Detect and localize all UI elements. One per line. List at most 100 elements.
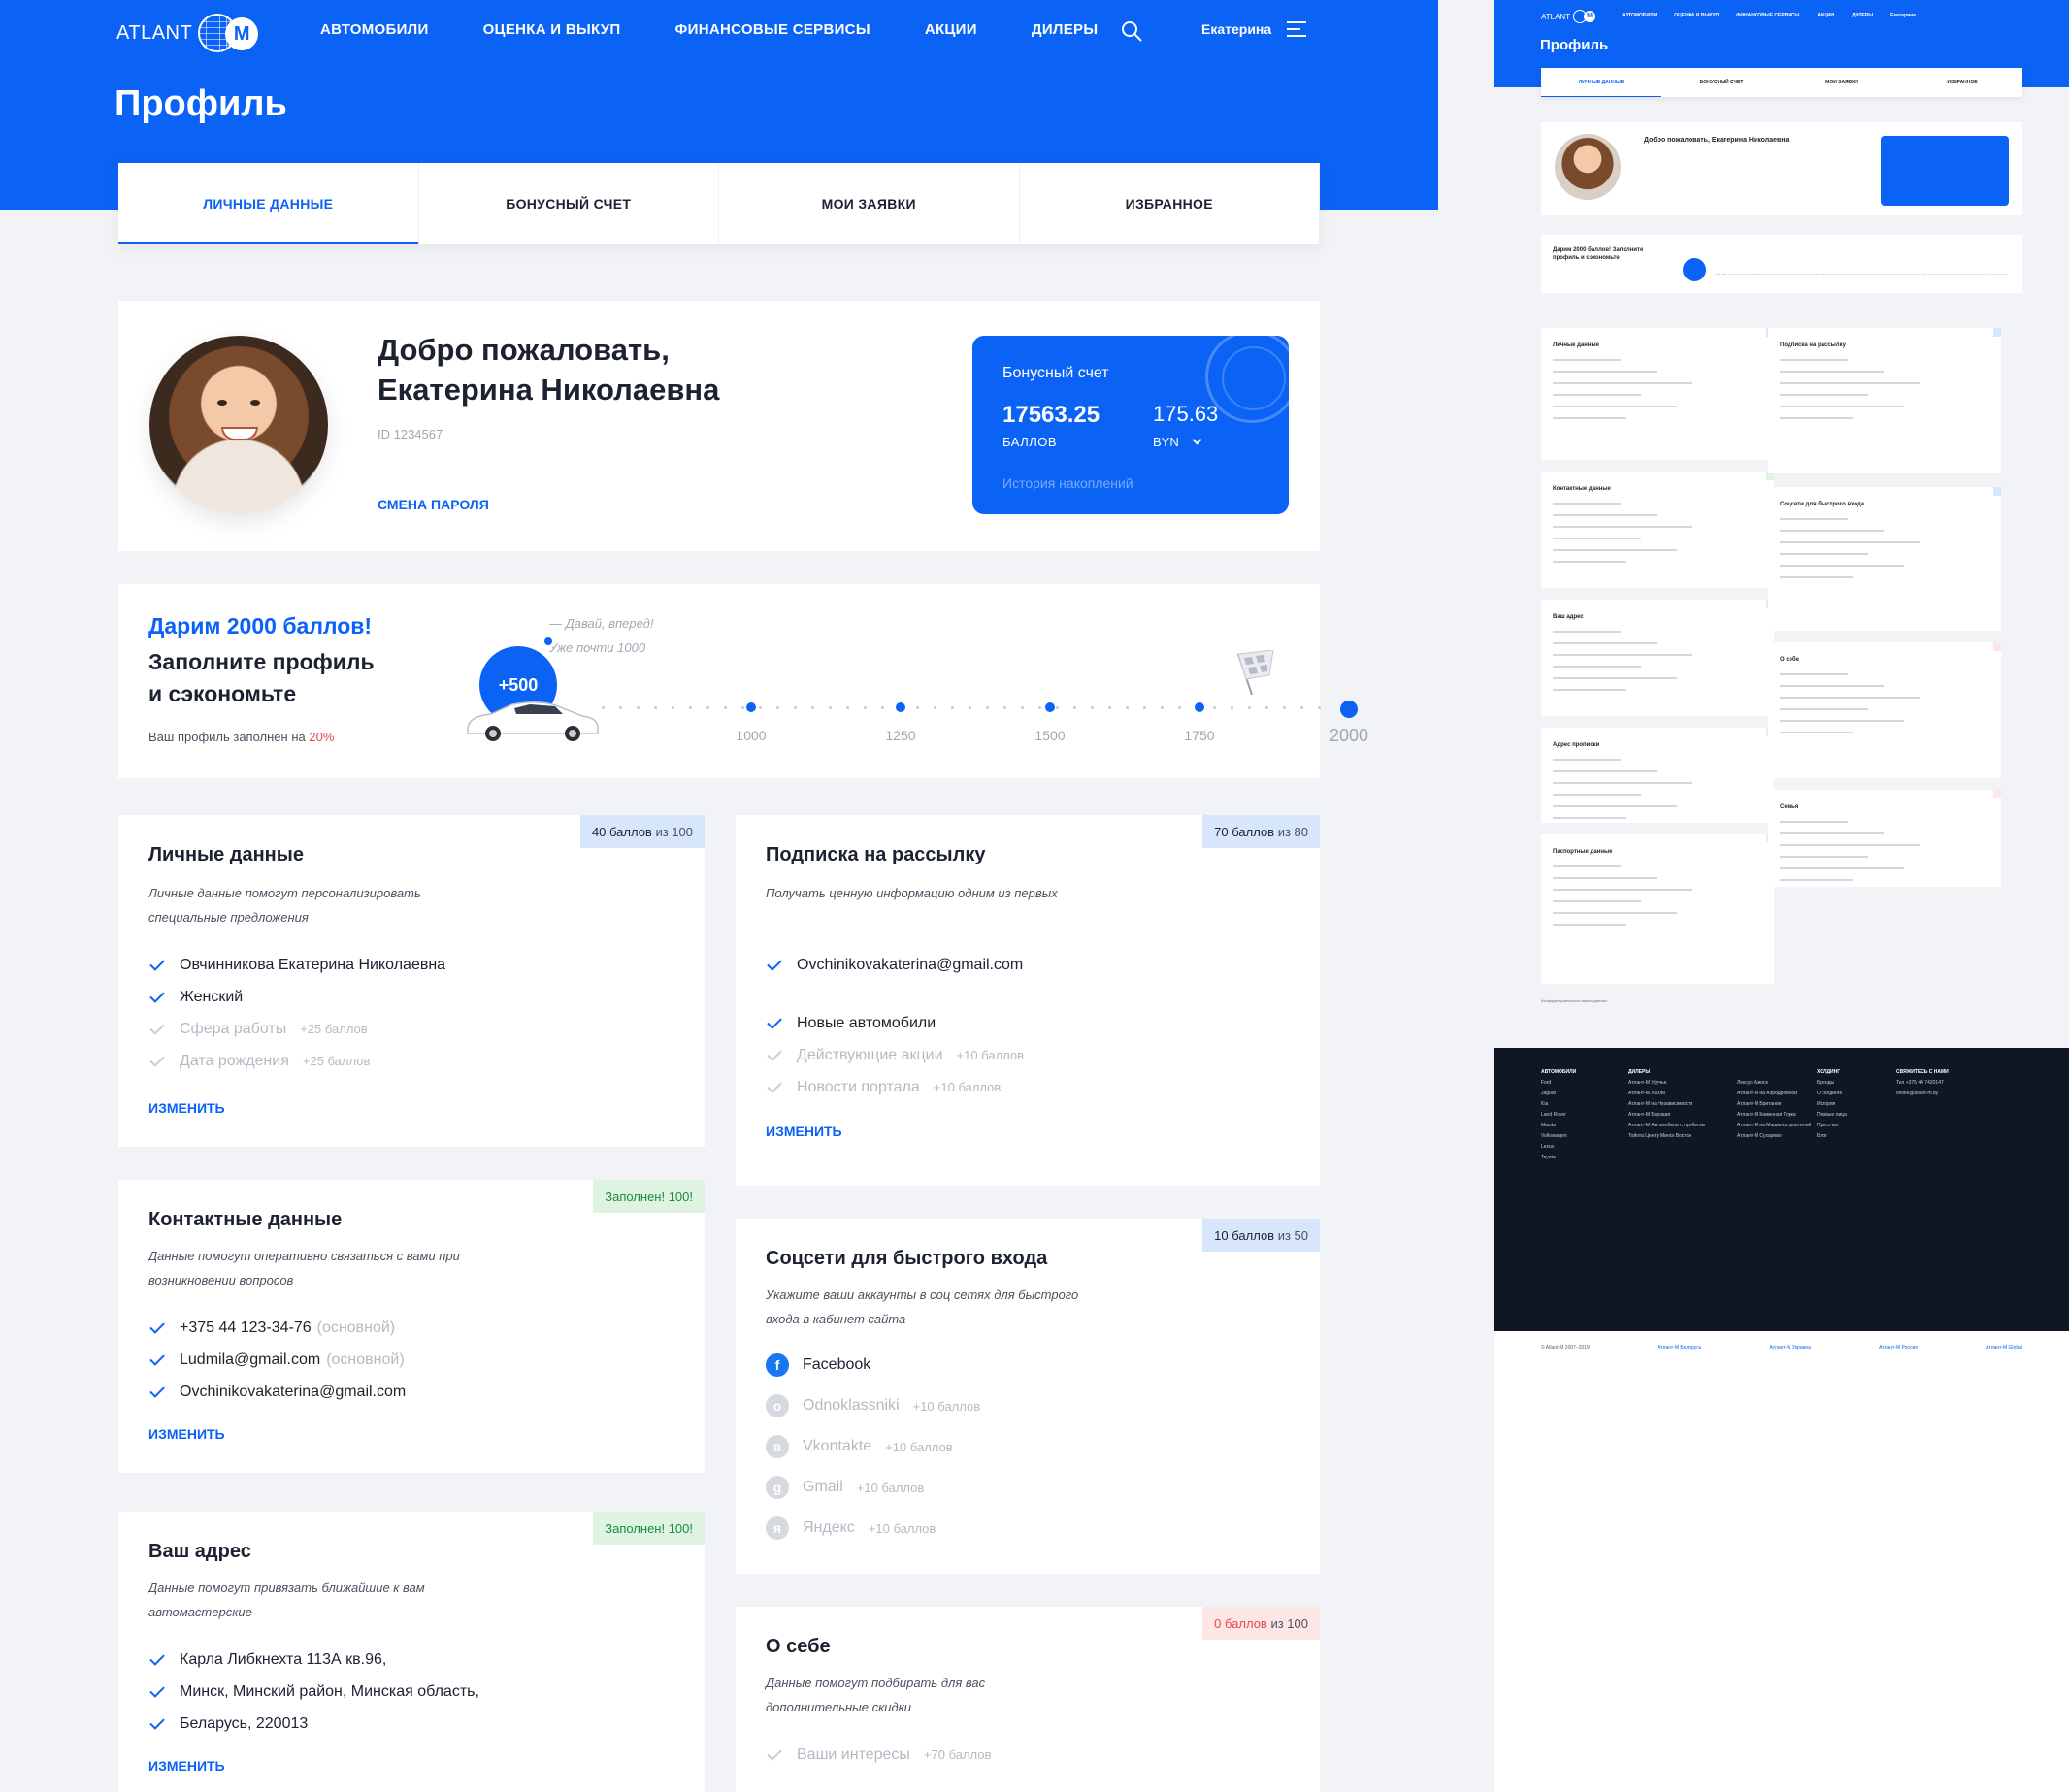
contact-items: +375 44 123-34-76 (основной) Ludmila@gmail… <box>148 1312 406 1408</box>
list-item[interactable]: Действующие акции +10 баллов <box>766 1039 1024 1071</box>
welcome-card: Добро пожаловать, Екатерина Николаевна I… <box>118 301 1320 551</box>
nav-item-finance[interactable]: ФИНАНСОВЫЕ СЕРВИСЫ <box>675 21 870 38</box>
check-icon <box>767 1744 782 1761</box>
footer-link[interactable]: Lexus <box>1541 1142 1576 1153</box>
list-item: +375 44 123-34-76 (основной) <box>148 1312 406 1344</box>
card-description: Данные помогут подбирать для вас дополни… <box>766 1676 986 1714</box>
nav-item-promotions[interactable]: АКЦИИ <box>925 21 977 38</box>
profile-page: ATLANT M АВТОМОБИЛИ ОЦЕНКА И ВЫКУП ФИНАН… <box>0 0 1438 1792</box>
milestone-dot <box>746 702 756 712</box>
tab-requests[interactable]: МОИ ЗАЯВКИ <box>719 163 1020 244</box>
footer-link[interactable]: Лексус-Минск <box>1737 1078 1811 1089</box>
menu-icon[interactable] <box>1287 21 1307 37</box>
preview-card: Паспортные данные <box>1541 834 1774 984</box>
logo[interactable]: ATLANT M <box>116 14 264 52</box>
footer-link[interactable]: Kia <box>1541 1099 1576 1110</box>
tab-bonus[interactable]: БОНУСНЫЙ СЧЕТ <box>419 163 719 244</box>
footer-link[interactable]: Land Rover <box>1541 1110 1576 1121</box>
milestone-label: 2000 <box>1329 726 1369 745</box>
footer-link[interactable]: О холдинге <box>1817 1089 1847 1099</box>
footer-link[interactable]: Toyota <box>1541 1153 1576 1163</box>
promo-subtitle: Заполните профиль и сэкономьте <box>148 649 375 706</box>
item-text: Vkontakte <box>803 1438 872 1454</box>
footer-link[interactable]: Jaguar <box>1541 1089 1576 1099</box>
bubble-dot <box>542 635 555 648</box>
tab-favorites[interactable]: ИЗБРАННОЕ <box>1020 163 1320 244</box>
about-items: Ваши интересы +70 баллов <box>766 1739 991 1771</box>
item-text: Ваши интересы <box>797 1745 910 1763</box>
footer-link[interactable]: Первые лица <box>1817 1110 1847 1121</box>
currency-select[interactable]: BYN <box>1153 435 1202 449</box>
footer-link[interactable]: Пресс-кит <box>1817 1121 1847 1131</box>
points-badge: 40 баллов из 100 <box>579 815 705 848</box>
footer-link[interactable]: Атлант-М Сухарево <box>1737 1131 1811 1142</box>
footer-link[interactable]: Блог <box>1817 1131 1847 1142</box>
bottom-link[interactable]: Атлант-М Global <box>1986 1345 2022 1351</box>
list-item[interactable]: Новости портала +10 баллов <box>766 1071 1024 1103</box>
item-text: Odnoklassniki <box>803 1397 900 1414</box>
search-icon[interactable] <box>1120 19 1143 43</box>
social-item[interactable]: я Яндекс +10 баллов <box>766 1508 980 1548</box>
user-menu[interactable]: Екатерина <box>1201 21 1307 37</box>
footer-link[interactable]: История <box>1817 1099 1847 1110</box>
social-item[interactable]: в Vkontakte +10 баллов <box>766 1426 980 1467</box>
subscription-email: Ovchinikovakaterina@gmail.com <box>766 949 1023 981</box>
footer-link[interactable]: Бренды <box>1817 1078 1847 1089</box>
footer-link[interactable]: Атлант-М на Машиностроителей <box>1737 1121 1811 1131</box>
card-title: Соцсети для быстрого входа <box>766 1248 1048 1269</box>
footer-link[interactable]: Атлант-М Холли <box>1628 1089 1705 1099</box>
edit-button[interactable]: ИЗМЕНИТЬ <box>766 1124 842 1139</box>
nav-item-valuation[interactable]: ОЦЕНКА И ВЫКУП <box>483 21 621 38</box>
footer-link[interactable]: Тел +375 44 7420147 <box>1896 1078 1949 1089</box>
preview-card: Личные данные <box>1541 328 1774 460</box>
social-item[interactable]: f Facebook <box>766 1345 980 1385</box>
edit-button[interactable]: ИЗМЕНИТЬ <box>148 1426 225 1442</box>
item-text: +375 44 123-34-76 <box>180 1319 312 1336</box>
item-points: +10 баллов <box>856 1480 925 1495</box>
footer-link[interactable]: online@atlant-m.by <box>1896 1089 1949 1099</box>
footer-link[interactable]: Атлант-М Уручье <box>1628 1078 1705 1089</box>
bottom-link[interactable]: Атлант-М Украина <box>1770 1345 1811 1351</box>
nav-item-dealers[interactable]: ДИЛЕРЫ <box>1032 21 1099 38</box>
footer-link[interactable]: Mazda <box>1541 1121 1576 1131</box>
footer-link[interactable]: Атлант-М Боровая <box>1628 1110 1705 1121</box>
footer-column-title: ДИЛЕРЫ <box>1628 1069 1651 1075</box>
item-text: Карла Либкнехта 113А кв.96, <box>180 1650 387 1668</box>
bottom-link[interactable]: Атлант-М Россия <box>1879 1345 1918 1351</box>
check-icon <box>767 1077 782 1093</box>
preview-privacy: Конфиденциальность ваших данных <box>1541 998 1608 1003</box>
gmail-icon: g <box>766 1476 789 1499</box>
bonus-label: Бонусный счет <box>1002 365 1109 381</box>
footer-link[interactable]: Тойота Центр Минск Восток <box>1628 1131 1705 1142</box>
list-item[interactable]: Новые автомобили <box>766 1007 1024 1039</box>
preview-bonus-card <box>1881 136 2009 206</box>
preview-card-badge <box>1993 642 2001 651</box>
footer-link[interactable]: Атлант-М Каменная Горка <box>1737 1110 1811 1121</box>
nav-item-cars[interactable]: АВТОМОБИЛИ <box>320 21 429 38</box>
footer-link[interactable]: Атлант-М на Аэродромной <box>1737 1089 1811 1099</box>
change-password-link[interactable]: СМЕНА ПАРОЛЯ <box>378 497 489 512</box>
tab-personal[interactable]: ЛИЧНЫЕ ДАННЫЕ <box>118 163 419 244</box>
list-item: Сфера работы +25 баллов <box>148 1013 445 1045</box>
footer-link[interactable]: Volkswagen <box>1541 1131 1576 1142</box>
history-link[interactable]: История накоплений <box>1002 475 1133 491</box>
edit-button[interactable]: ИЗМЕНИТЬ <box>148 1758 225 1774</box>
footer-link[interactable]: Атлант-М Автомобили с пробегом <box>1628 1121 1705 1131</box>
preview-nav-item: Екатерина <box>1890 13 1916 18</box>
milestone-dot <box>1340 701 1358 718</box>
check-icon <box>149 1713 165 1730</box>
item-text: Беларусь, 220013 <box>180 1714 309 1732</box>
footer-link[interactable]: Атлант-М Британия <box>1737 1099 1811 1110</box>
bottom-link[interactable]: Атлант-М Беларусь <box>1658 1345 1701 1351</box>
list-item[interactable]: Ваши интересы +70 баллов <box>766 1739 991 1771</box>
edit-button[interactable]: ИЗМЕНИТЬ <box>148 1100 225 1116</box>
social-item[interactable]: о Odnoklassniki +10 баллов <box>766 1385 980 1426</box>
preview-card-badge <box>1993 328 2001 337</box>
milestone-label: 1000 <box>736 728 767 743</box>
preview-card-title: Личные данные <box>1553 342 1599 348</box>
footer-link[interactable]: Ford <box>1541 1078 1576 1089</box>
bonus-money: 175.63 <box>1153 402 1219 426</box>
item-text: Яндекс <box>803 1519 855 1536</box>
footer-link[interactable]: Атлант-М на Независимости <box>1628 1099 1705 1110</box>
social-item[interactable]: g Gmail +10 баллов <box>766 1467 980 1508</box>
